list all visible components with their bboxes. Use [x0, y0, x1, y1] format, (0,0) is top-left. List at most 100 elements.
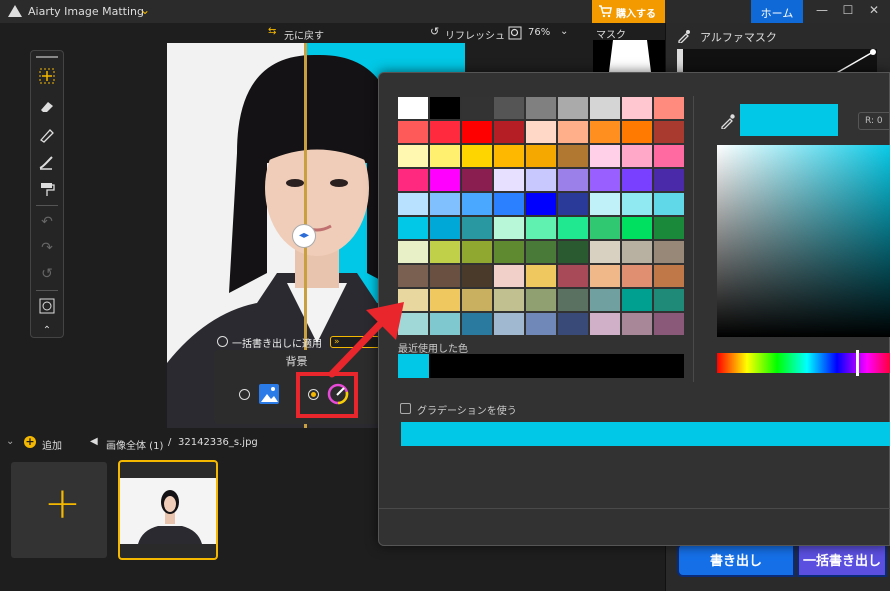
split-handle-icon[interactable]: ◂▸ — [292, 224, 316, 248]
color-swatch[interactable] — [398, 121, 428, 143]
back-arrow-icon[interactable]: ◀ — [90, 436, 98, 447]
color-swatch[interactable] — [558, 97, 588, 119]
chevron-down-icon[interactable]: ⌄ — [140, 3, 150, 17]
color-swatch[interactable] — [654, 217, 684, 239]
color-swatch[interactable] — [558, 289, 588, 311]
add-image-tile[interactable]: + — [11, 462, 107, 558]
color-swatch[interactable] — [430, 145, 460, 167]
color-swatch[interactable] — [590, 121, 620, 143]
color-swatch[interactable] — [398, 97, 428, 119]
color-swatch[interactable] — [462, 241, 492, 263]
color-swatch[interactable] — [558, 193, 588, 215]
color-swatch[interactable] — [558, 241, 588, 263]
gradient-checkbox[interactable] — [400, 403, 411, 414]
refresh-button[interactable]: リフレッシュ — [445, 27, 505, 42]
color-swatch[interactable] — [558, 121, 588, 143]
hue-slider[interactable] — [717, 353, 890, 373]
paint-roller-icon[interactable] — [36, 180, 58, 200]
collapse-up-icon[interactable]: ⌃ — [36, 320, 58, 340]
maximize-icon[interactable]: ☐ — [840, 3, 856, 19]
color-swatch[interactable] — [622, 169, 652, 191]
color-swatch[interactable] — [430, 169, 460, 191]
color-swatch[interactable] — [622, 97, 652, 119]
color-swatch[interactable] — [494, 241, 524, 263]
breadcrumb-all[interactable]: 画像全体 (1) — [106, 437, 163, 452]
color-swatch[interactable] — [622, 145, 652, 167]
eraser-icon[interactable] — [36, 96, 58, 116]
color-swatch[interactable] — [430, 265, 460, 287]
color-swatch[interactable] — [398, 145, 428, 167]
color-swatch[interactable] — [654, 313, 684, 335]
collapse-icon[interactable]: ⌄ — [6, 436, 14, 447]
color-swatch[interactable] — [622, 121, 652, 143]
picker-eyedropper-icon[interactable] — [720, 113, 736, 129]
color-swatch[interactable] — [526, 265, 556, 287]
color-swatch[interactable] — [430, 241, 460, 263]
color-swatch[interactable] — [654, 265, 684, 287]
red-value-field[interactable]: R: 0 — [858, 112, 890, 130]
color-swatch[interactable] — [494, 217, 524, 239]
reset-icon[interactable]: ↺ — [36, 264, 58, 284]
color-swatch[interactable] — [430, 97, 460, 119]
color-swatch[interactable] — [654, 97, 684, 119]
color-swatch[interactable] — [622, 193, 652, 215]
color-swatch[interactable] — [462, 121, 492, 143]
color-swatch[interactable] — [430, 313, 460, 335]
brush-icon[interactable] — [36, 124, 58, 144]
color-swatch[interactable] — [462, 289, 492, 311]
color-swatch[interactable] — [622, 289, 652, 311]
color-swatch[interactable] — [654, 241, 684, 263]
color-swatch[interactable] — [526, 313, 556, 335]
color-swatch[interactable] — [494, 169, 524, 191]
color-swatch[interactable] — [622, 217, 652, 239]
color-swatch[interactable] — [526, 289, 556, 311]
saturation-value-box[interactable] — [717, 145, 890, 337]
image-bg-radio[interactable] — [239, 389, 250, 400]
color-swatch[interactable] — [430, 121, 460, 143]
color-swatch[interactable] — [558, 169, 588, 191]
color-swatch[interactable] — [590, 193, 620, 215]
color-swatch[interactable] — [526, 121, 556, 143]
color-swatch[interactable] — [526, 193, 556, 215]
add-button[interactable]: 追加 — [42, 437, 62, 452]
undo-button[interactable]: 元に戻す — [284, 27, 324, 42]
color-swatch[interactable] — [526, 169, 556, 191]
color-swatch[interactable] — [654, 289, 684, 311]
color-swatch[interactable] — [494, 145, 524, 167]
color-swatch[interactable] — [462, 145, 492, 167]
color-swatch[interactable] — [558, 217, 588, 239]
redo-arrow-icon[interactable]: ↷ — [36, 238, 58, 258]
color-swatch[interactable] — [654, 169, 684, 191]
smart-brush-icon[interactable] — [36, 152, 58, 172]
color-swatch[interactable] — [494, 97, 524, 119]
color-swatch[interactable] — [494, 193, 524, 215]
close-icon[interactable]: ✕ — [866, 3, 882, 19]
color-swatch[interactable] — [526, 241, 556, 263]
minimize-icon[interactable]: — — [814, 3, 830, 19]
zoom-level[interactable]: 76% — [528, 27, 550, 38]
color-swatch[interactable] — [622, 241, 652, 263]
color-swatch[interactable] — [654, 145, 684, 167]
color-swatch[interactable] — [526, 97, 556, 119]
color-swatch[interactable] — [622, 313, 652, 335]
zoom-dropdown-icon[interactable]: ⌄ — [560, 26, 568, 37]
color-swatch[interactable] — [462, 313, 492, 335]
color-swatch[interactable] — [398, 193, 428, 215]
fit-view-icon[interactable] — [36, 296, 58, 316]
color-swatch[interactable] — [398, 169, 428, 191]
color-swatch[interactable] — [590, 289, 620, 311]
color-swatch[interactable] — [558, 145, 588, 167]
color-swatch[interactable] — [462, 169, 492, 191]
color-swatch[interactable] — [398, 217, 428, 239]
color-swatch[interactable] — [494, 265, 524, 287]
move-tool-icon[interactable] — [36, 66, 58, 86]
image-thumbnail[interactable] — [118, 460, 218, 560]
color-swatch[interactable] — [590, 145, 620, 167]
image-background-icon[interactable] — [258, 383, 280, 405]
color-swatch[interactable] — [590, 313, 620, 335]
home-button[interactable]: ホーム — [751, 0, 803, 23]
color-swatch[interactable] — [526, 145, 556, 167]
refresh-icon[interactable]: ↺ — [430, 25, 439, 38]
batch-export-button[interactable]: 一括書き出し — [797, 543, 887, 577]
undo-arrow-icon[interactable]: ↶ — [36, 212, 58, 232]
